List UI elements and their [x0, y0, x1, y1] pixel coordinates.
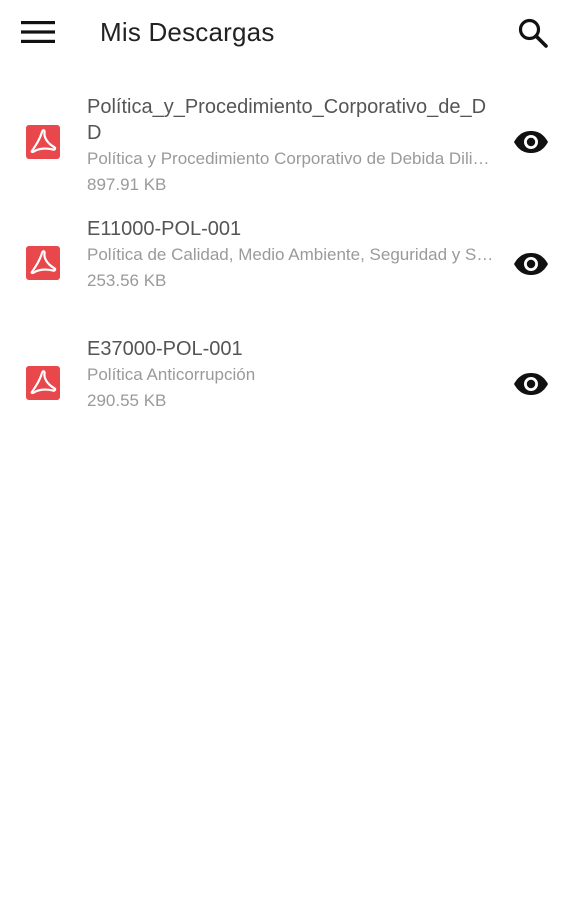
pdf-file-icon: [26, 366, 60, 400]
file-description: Política Anticorrupción: [87, 365, 256, 384]
list-item[interactable]: E37000-POL-001 Política Anticorrupción 2…: [0, 332, 568, 452]
file-info: Política_y_Procedimiento_Corporativo_de_…: [87, 94, 495, 198]
menu-button[interactable]: [18, 13, 58, 51]
hamburger-menu-icon: [21, 21, 55, 43]
file-name: E37000-POL-001: [87, 338, 243, 360]
file-size: 290.55 KB: [87, 391, 167, 410]
downloads-screen: Mis Descargas Política_y_Procedimiento_C…: [0, 0, 568, 900]
search-icon: [518, 18, 548, 48]
page-title: Mis Descargas: [100, 17, 275, 47]
eye-view-icon: [514, 373, 548, 395]
file-info: E11000-POL-001 Política de Calidad, Medi…: [87, 216, 495, 294]
file-description: Política y Procedimiento Corporativo de …: [87, 149, 495, 168]
view-file-button[interactable]: [510, 243, 552, 285]
list-item[interactable]: E11000-POL-001 Política de Calidad, Medi…: [0, 212, 568, 332]
eye-view-icon: [514, 131, 548, 153]
file-size: 253.56 KB: [87, 271, 167, 290]
file-name: Política_y_Procedimiento_Corporativo_de_…: [87, 96, 487, 144]
eye-view-icon: [514, 253, 548, 275]
app-toolbar: Mis Descargas: [0, 0, 568, 64]
view-file-button[interactable]: [510, 363, 552, 405]
pdf-file-icon: [26, 125, 60, 159]
view-file-button[interactable]: [510, 121, 552, 163]
search-button[interactable]: [512, 12, 554, 54]
downloads-list: Política_y_Procedimiento_Corporativo_de_…: [0, 90, 568, 452]
file-name: E11000-POL-001: [87, 218, 242, 240]
file-size: 897.91 KB: [87, 175, 167, 194]
file-description: Política de Calidad, Medio Ambiente, Seg…: [87, 245, 495, 264]
file-info: E37000-POL-001 Política Anticorrupción 2…: [87, 336, 495, 414]
list-item[interactable]: Política_y_Procedimiento_Corporativo_de_…: [0, 90, 568, 212]
pdf-file-icon: [26, 246, 60, 280]
